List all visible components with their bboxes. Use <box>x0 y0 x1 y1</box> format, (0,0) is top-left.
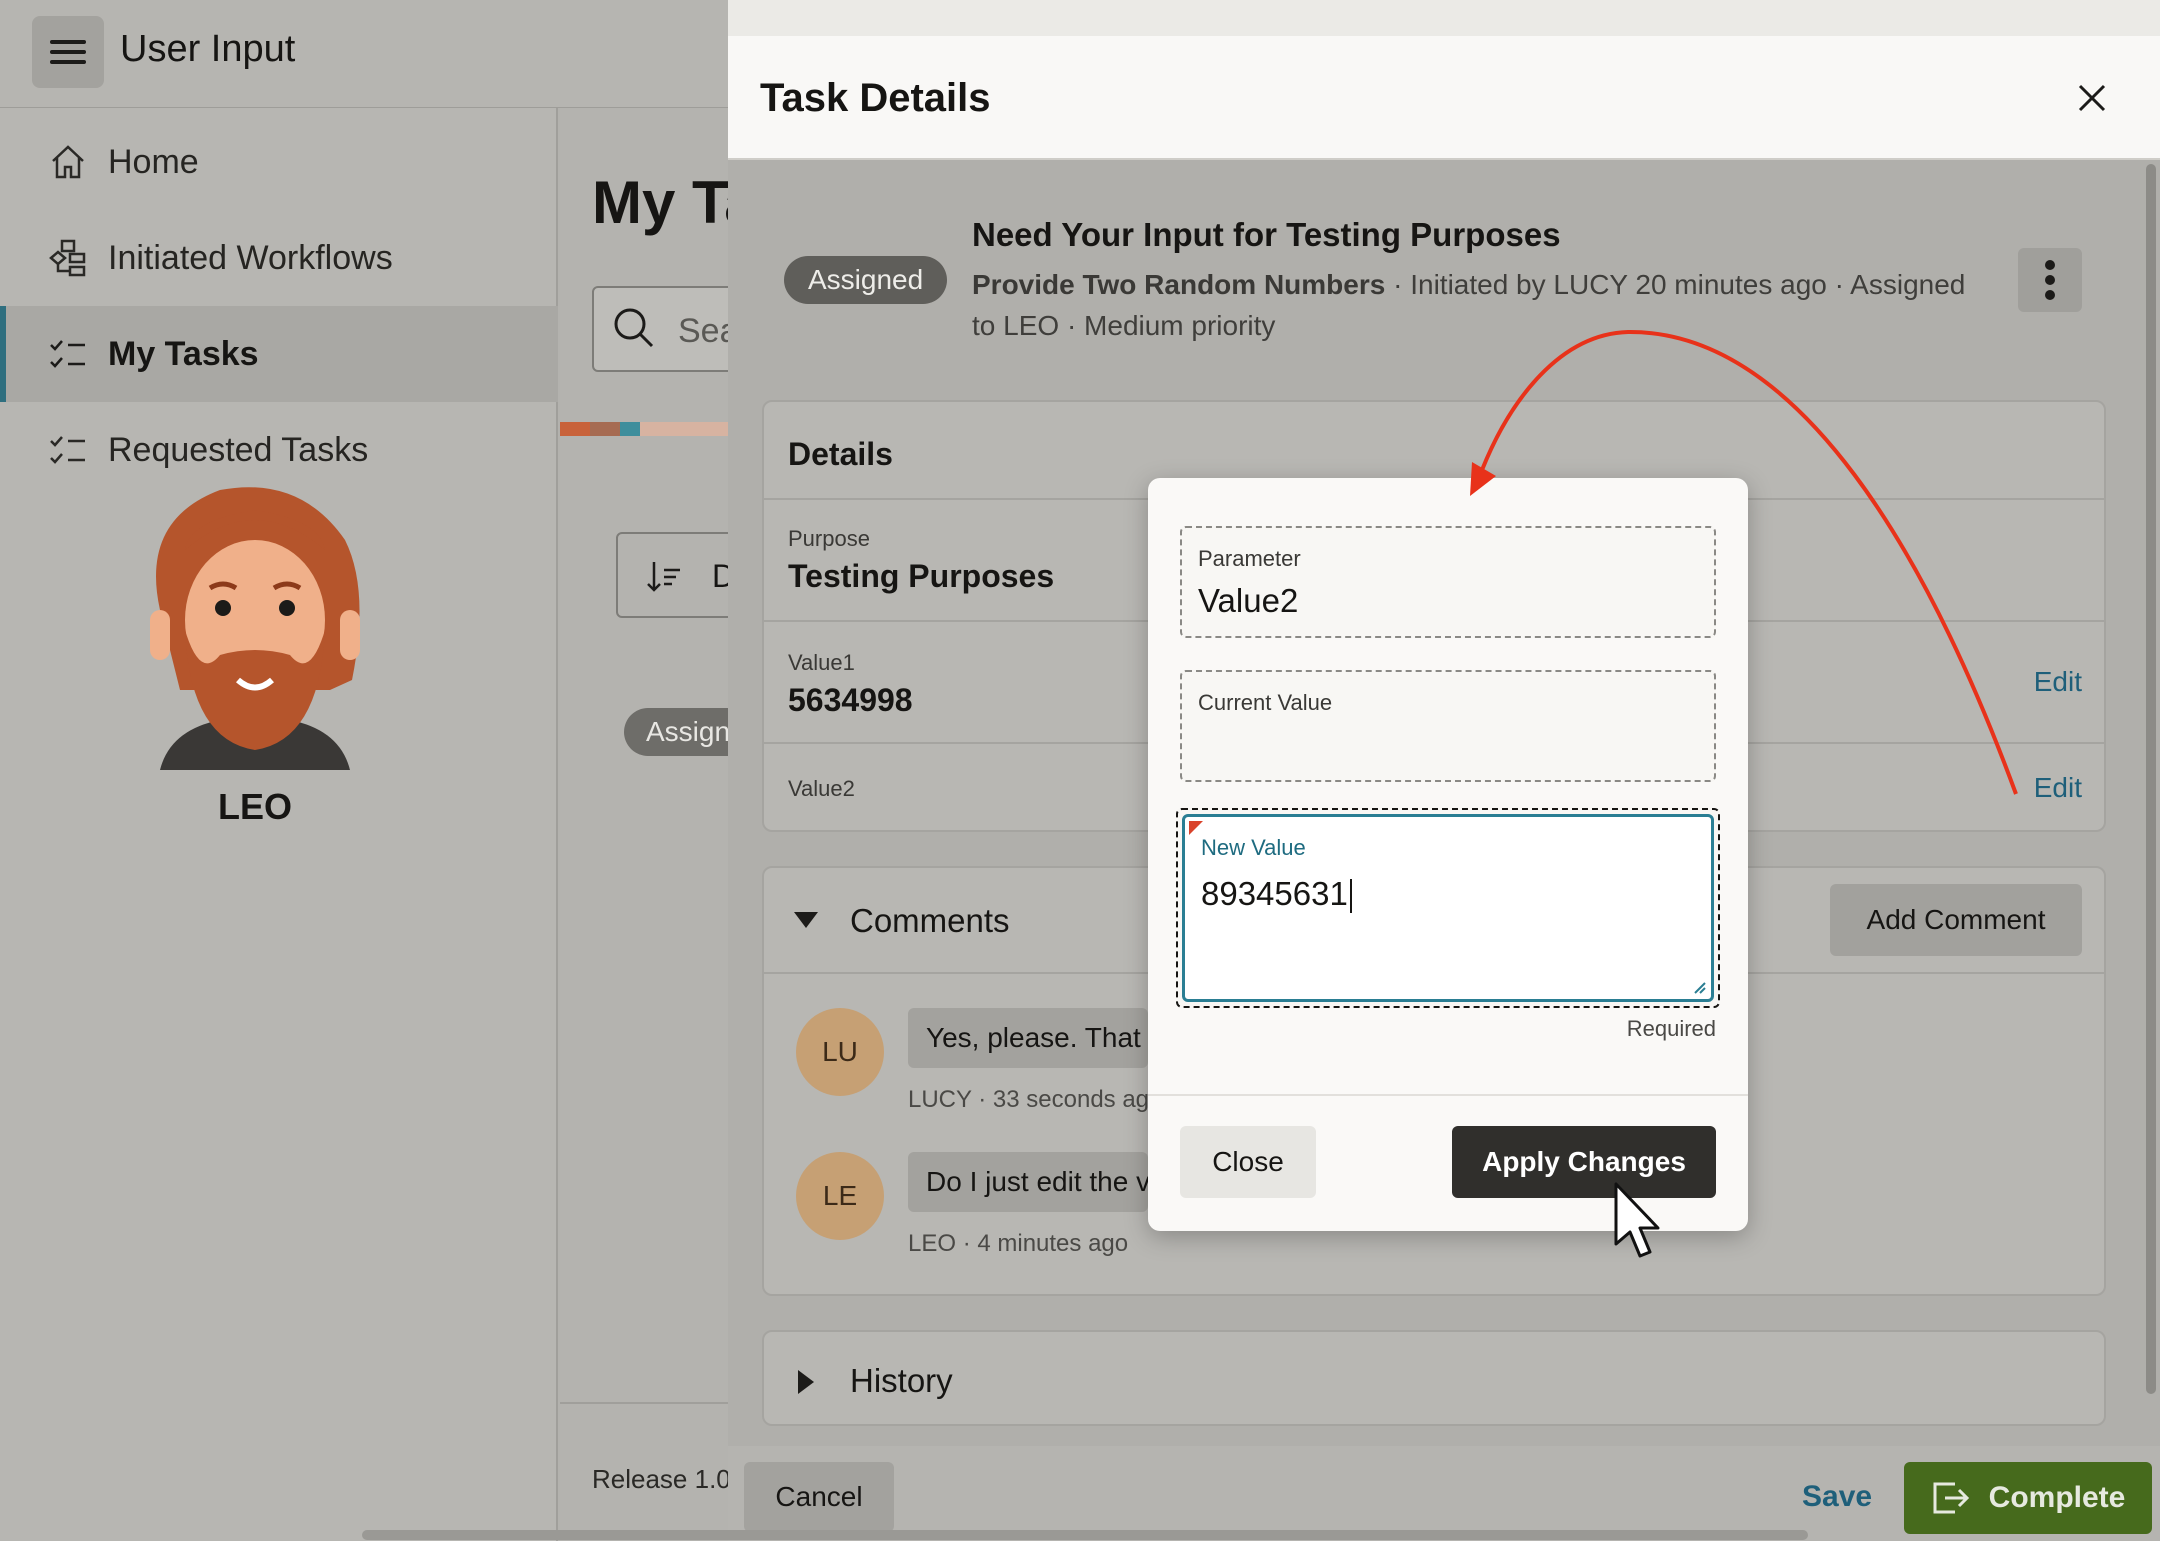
main-content: My Ta Sea D Assign <box>560 108 730 1541</box>
status-badge: Assign <box>624 708 730 756</box>
user-avatar <box>150 487 360 770</box>
new-value-label: New Value <box>1201 835 1306 860</box>
search-placeholder: Sea <box>678 312 730 350</box>
complete-label: Complete <box>1988 1481 2126 1514</box>
home-icon <box>46 140 90 184</box>
sidebar-item-label: Requested Tasks <box>108 430 369 469</box>
avatar: LE <box>796 1152 884 1240</box>
sort-icon <box>647 562 680 592</box>
comment-text: Do I just edit the va <box>908 1152 1148 1212</box>
drawer-footer: Cancel Save Complete <box>728 1446 2160 1541</box>
drawer-top-edge <box>728 0 2160 36</box>
comments-title: Comments <box>850 902 1010 939</box>
value1-label: Value1 <box>788 650 855 675</box>
task-meta-line-2: to LEO · Medium priority <box>972 310 1276 341</box>
search-icon <box>614 308 654 348</box>
avatar: LU <box>796 1008 884 1096</box>
release-label: Release 1.0 <box>592 1464 731 1494</box>
history-card[interactable]: History <box>762 1330 2106 1426</box>
add-comment-button[interactable]: Add Comment <box>1830 884 2082 956</box>
purpose-label: Purpose <box>788 526 870 551</box>
horizontal-scrollbar[interactable] <box>362 1530 1808 1540</box>
exit-icon <box>1933 1482 1969 1514</box>
sidebar-item-label: Home <box>108 142 199 181</box>
edit-value1-link[interactable]: Edit <box>2034 666 2082 698</box>
close-button[interactable]: Close <box>1180 1126 1316 1198</box>
required-hint: Required <box>1626 1016 1716 1041</box>
new-value-text: 89345631 <box>1201 875 1352 914</box>
parameter-label: Parameter <box>1198 546 1301 571</box>
new-value-content: 89345631 <box>1201 875 1348 912</box>
task-title: Need Your Input for Testing Purposes <box>972 216 1561 253</box>
details-title: Details <box>788 436 893 472</box>
workflow-icon <box>46 236 90 280</box>
app-title: User Input <box>120 28 296 70</box>
vertical-scrollbar[interactable] <box>2146 164 2156 1394</box>
task-subtitle: Provide Two Random Numbers <box>972 269 1386 300</box>
app-header: User Input <box>0 0 728 108</box>
apply-changes-button[interactable]: Apply Changes <box>1452 1126 1716 1198</box>
new-value-textarea[interactable]: New Value 89345631 <box>1182 814 1714 1002</box>
task-meta-line-1: · Initiated by LUCY 20 minutes ago · Ass… <box>1385 269 1966 300</box>
sidebar-item-my-tasks[interactable]: My Tasks <box>0 306 558 402</box>
task-list-icon <box>46 332 90 376</box>
current-value-label: Current Value <box>1198 690 1333 715</box>
decorative-stripe <box>560 422 730 436</box>
search-input[interactable]: Sea <box>592 286 730 372</box>
cancel-button[interactable]: Cancel <box>744 1462 894 1532</box>
task-list-icon <box>46 428 90 472</box>
sidebar-item-label: Initiated Workflows <box>108 238 393 277</box>
hamburger-menu-icon[interactable] <box>32 16 104 88</box>
parameter-field: Parameter Value2 <box>1180 526 1716 638</box>
history-title: History <box>850 1362 953 1399</box>
resize-handle-icon[interactable] <box>1691 979 1707 995</box>
mouse-pointer-icon <box>1614 1182 1660 1258</box>
edit-value2-link[interactable]: Edit <box>2034 772 2082 804</box>
sidebar-item-initiated-workflows[interactable]: Initiated Workflows <box>0 210 558 306</box>
comment-text: Yes, please. That w <box>908 1008 1148 1068</box>
divider <box>560 1402 730 1404</box>
complete-button[interactable]: Complete <box>1904 1462 2152 1534</box>
save-button[interactable]: Save <box>1802 1480 1872 1514</box>
close-icon[interactable] <box>2068 74 2116 122</box>
parameter-value: Value2 <box>1198 582 1299 619</box>
user-name: LEO <box>217 786 292 827</box>
edit-value-dialog: Parameter Value2 Current Value New Value… <box>1148 478 1748 1231</box>
collapse-caret-icon[interactable] <box>794 912 818 928</box>
divider <box>1148 1094 1748 1096</box>
task-meta: Provide Two Random Numbers · Initiated b… <box>972 264 1972 346</box>
purpose-value: Testing Purposes <box>788 558 1055 594</box>
comment-meta: LUCY · 33 seconds ago <box>908 1086 1163 1113</box>
text-cursor <box>1349 879 1352 914</box>
current-value-field: Current Value <box>1180 670 1716 782</box>
status-badge: Assigned <box>784 256 948 304</box>
more-actions-icon[interactable] <box>2018 248 2082 312</box>
sidebar-item-label: My Tasks <box>108 334 259 373</box>
sidebar-item-home[interactable]: Home <box>0 114 558 210</box>
sidebar: Home Initiated Workflows My Tasks Reques… <box>0 108 558 1541</box>
expand-caret-icon[interactable] <box>798 1370 814 1394</box>
drawer-header: Task Details <box>728 36 2160 160</box>
value2-label: Value2 <box>788 776 855 801</box>
page-title: My Ta <box>592 169 730 236</box>
value1-value: 5634998 <box>788 682 913 718</box>
comment-meta: LEO · 4 minutes ago <box>908 1230 1129 1257</box>
required-indicator <box>1189 821 1203 835</box>
drawer-title: Task Details <box>760 76 991 120</box>
new-value-input[interactable]: New Value 89345631 <box>1176 808 1720 1008</box>
sort-button[interactable]: D <box>616 532 730 618</box>
